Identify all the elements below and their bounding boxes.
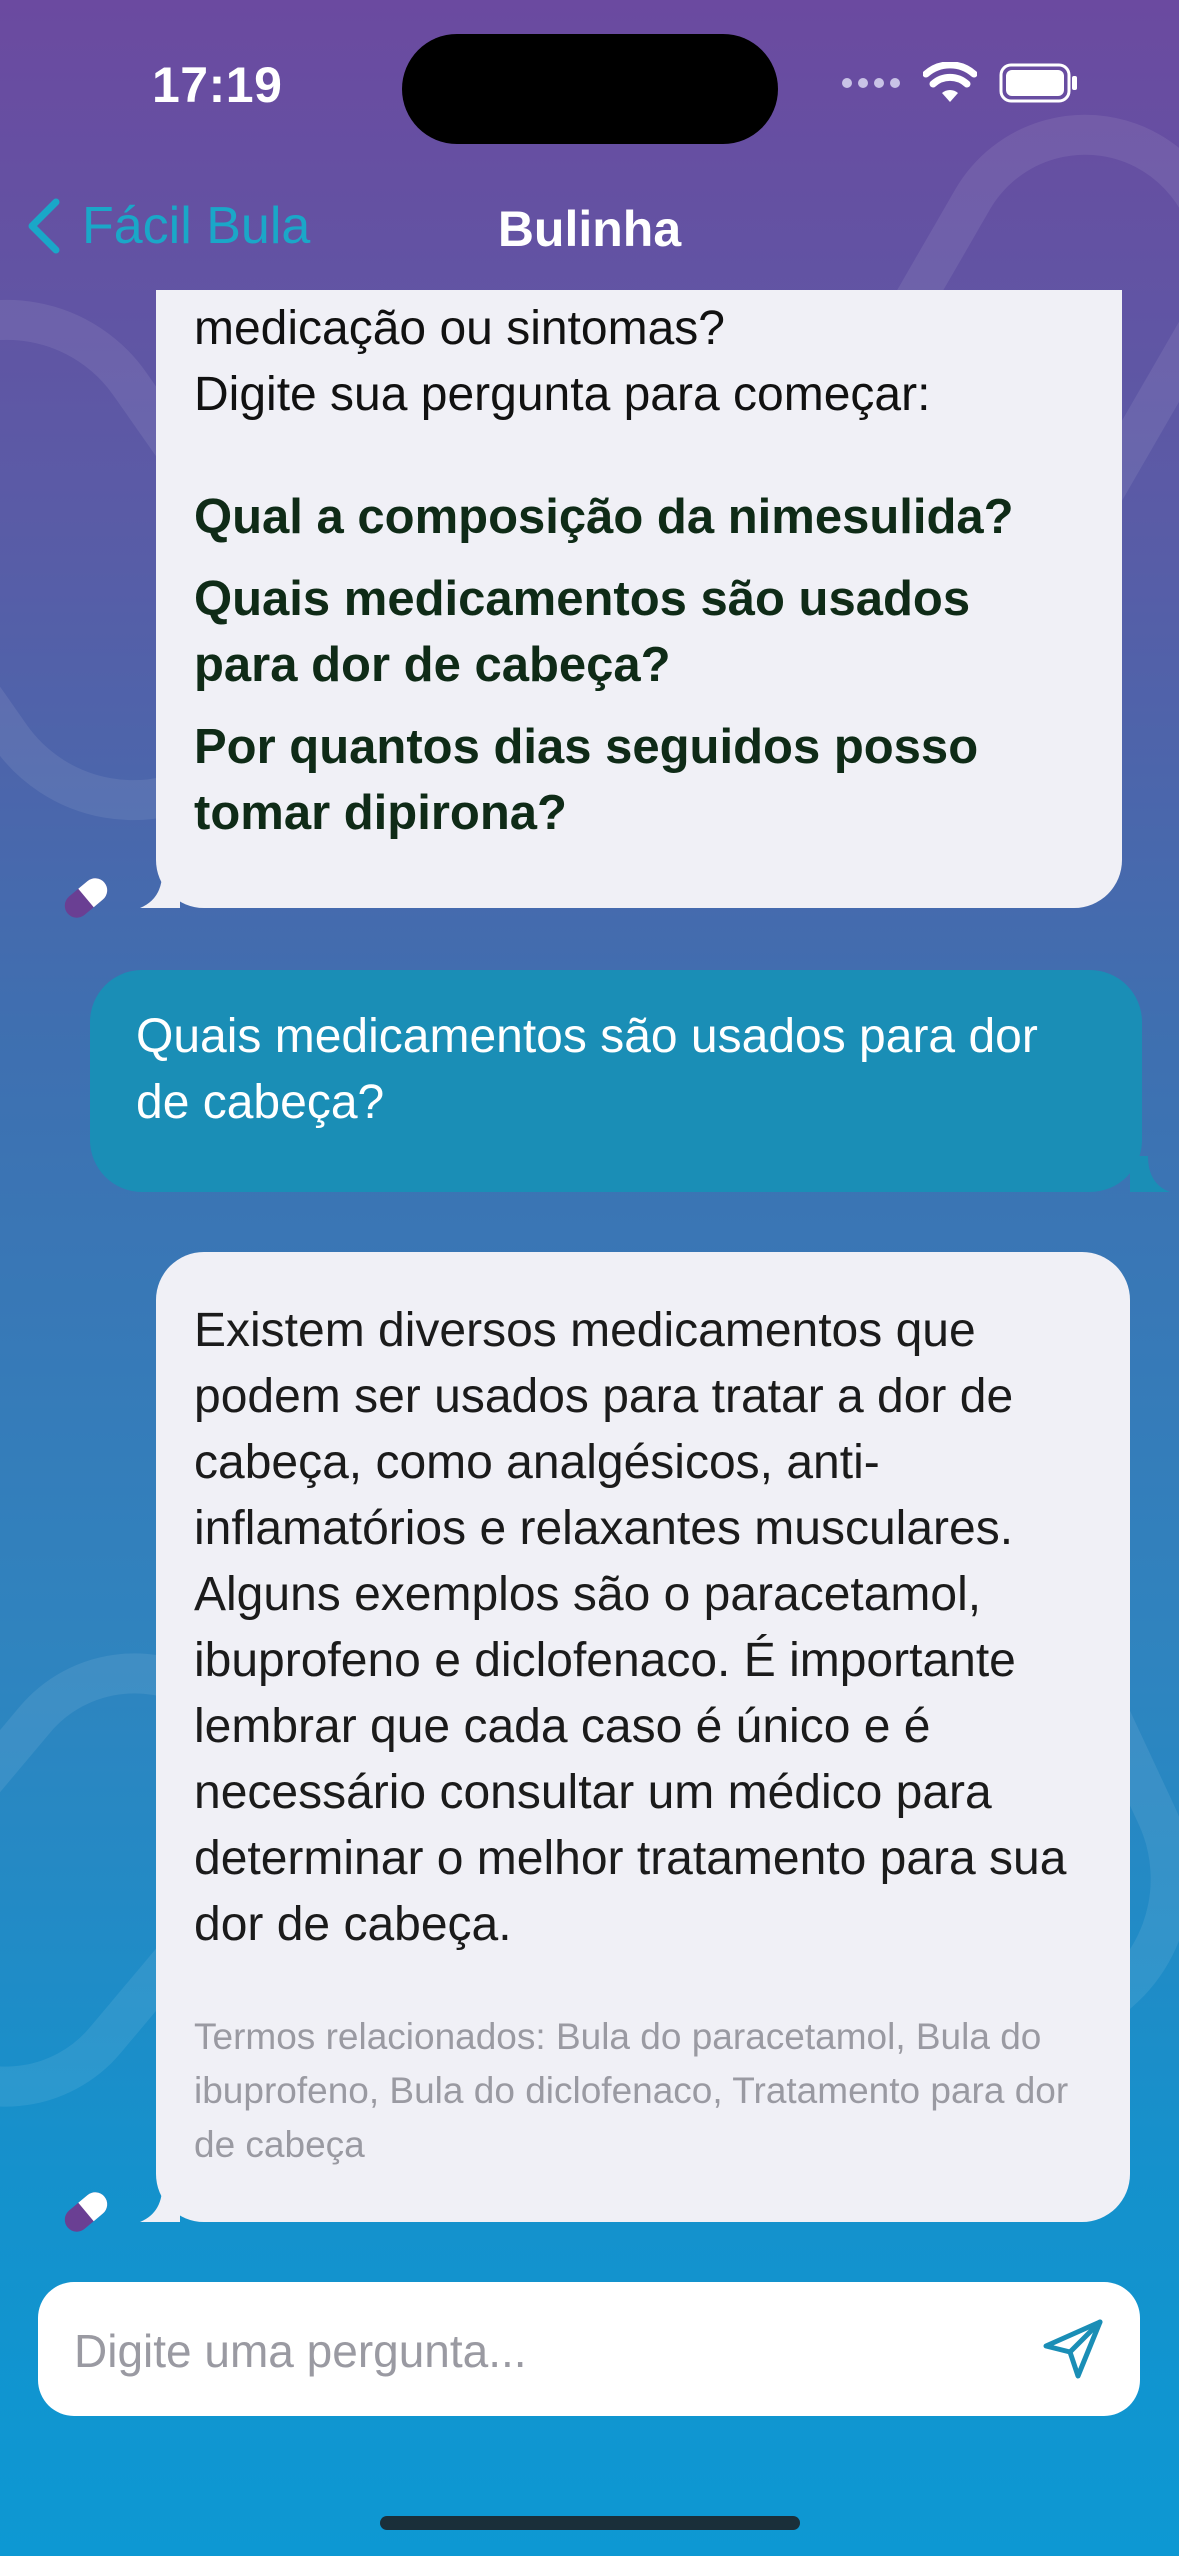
bubble-tail (140, 2182, 180, 2222)
wifi-icon (923, 62, 977, 102)
status-time: 17:19 (152, 57, 283, 113)
question-input[interactable] (72, 2312, 976, 2390)
message-composer (38, 2282, 1140, 2416)
status-bar: 17:19 (0, 0, 1179, 170)
send-icon[interactable] (1042, 2318, 1104, 2380)
bubble-tail (1130, 1156, 1170, 1192)
suggestion-question[interactable]: Quais medicamentos são usados para dor d… (194, 566, 1014, 698)
bot-message-answer: Existem diversos medicamentos que podem … (156, 1252, 1130, 2222)
bot-answer-text: Existem diversos medicamentos que podem … (194, 1304, 1067, 1951)
dynamic-island (402, 34, 778, 144)
navigation-bar: Fácil Bula Bulinha (0, 170, 1179, 290)
bot-intro-line: Digite sua pergunta para começar: (194, 368, 931, 421)
suggestion-question[interactable]: Qual a composição da nimesulida? (194, 484, 1084, 550)
bubble-tail (140, 868, 180, 908)
related-terms[interactable]: Termos relacionados: Bula do paracetamol… (194, 2010, 1092, 2172)
bot-intro-text: medicação ou sintomas? Digite sua pergun… (194, 290, 1084, 428)
suggestion-question[interactable]: Por quantos dias seguidos posso tomar di… (194, 714, 1014, 846)
signal-icon (842, 78, 900, 88)
chat-area[interactable]: medicação ou sintomas? Digite sua pergun… (0, 290, 1179, 2250)
battery-icon (999, 63, 1077, 103)
pill-icon (64, 2192, 108, 2232)
pill-icon (64, 878, 108, 918)
bot-intro-line: medicação ou sintomas? (194, 302, 725, 355)
home-indicator[interactable] (380, 2516, 800, 2530)
user-message: Quais medicamentos são usados para dor d… (90, 970, 1142, 1192)
bot-message-intro: medicação ou sintomas? Digite sua pergun… (156, 290, 1122, 908)
status-icons (841, 62, 1079, 104)
page-title: Bulinha (497, 201, 682, 257)
